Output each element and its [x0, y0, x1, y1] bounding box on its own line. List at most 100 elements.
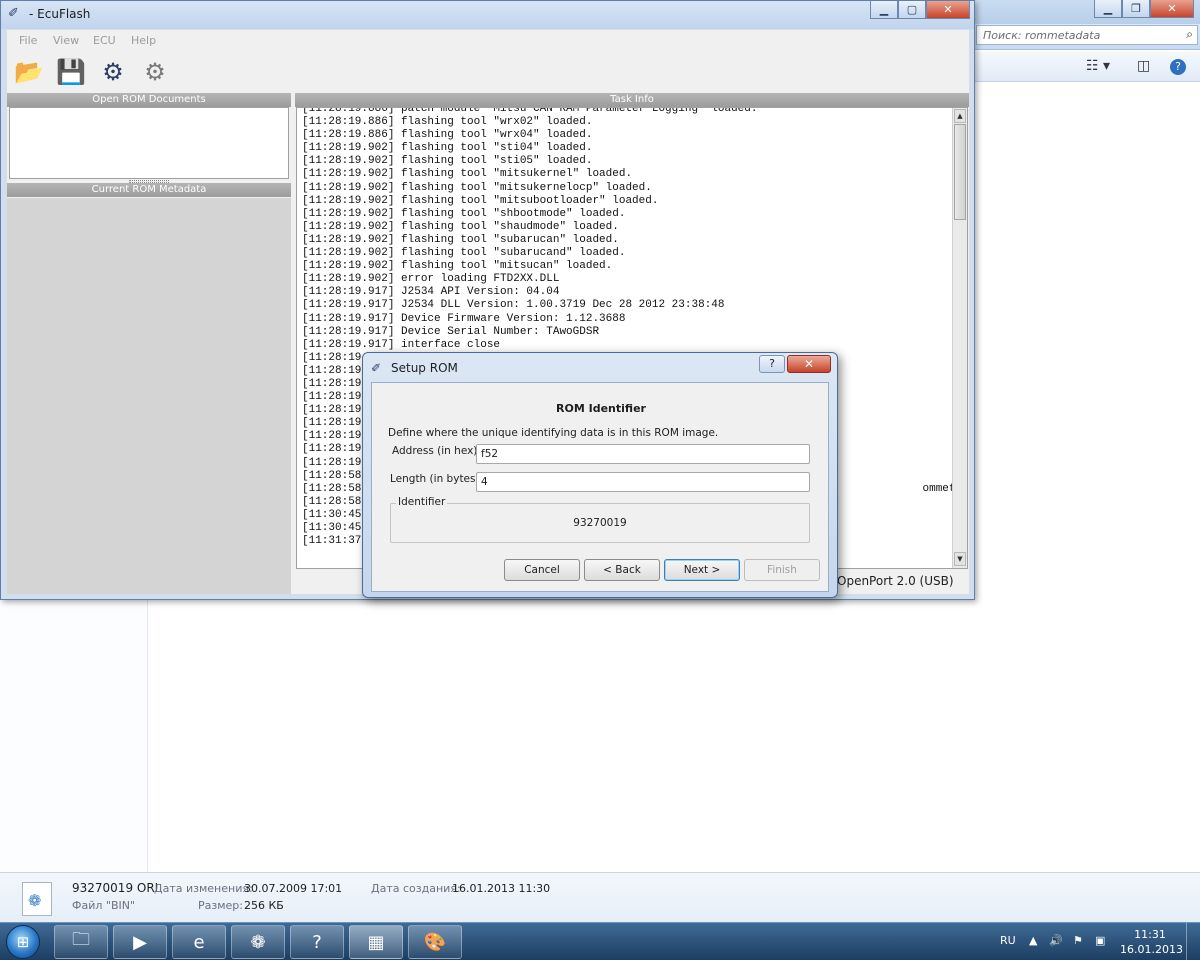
log-line: [11:28:19.902] flashing tool "mitsukerne… — [302, 168, 633, 181]
explorer-search-input[interactable]: Поиск: rommetadata ⌕ — [976, 25, 1198, 45]
back-button[interactable]: < Back — [584, 559, 660, 581]
identifier-value: 93270019 — [573, 517, 627, 529]
taskbar: ⊞ 🗀 ▶ e ❁ ? ▦ 🎨 RU ▲ 🔊 ⚑ ▣ 11:31 16.01.2… — [0, 922, 1200, 960]
details-created-label: Дата создания: — [371, 882, 461, 895]
dialog-heading: ROM Identifier — [556, 402, 646, 415]
address-label: Address (in hex): — [392, 445, 481, 457]
save-icon[interactable]: 💾 — [55, 56, 87, 88]
settings-gear-icon[interactable]: ⚙ — [139, 56, 171, 88]
details-created-value: 16.01.2013 11:30 — [452, 882, 551, 895]
details-modified-label: Дата изменения: — [154, 882, 253, 895]
menu-help[interactable]: Help — [131, 34, 156, 47]
window-title-text: EcuFlash — [37, 7, 91, 21]
minimize-icon[interactable]: ▁ — [870, 1, 898, 19]
show-desktop-button[interactable] — [1186, 923, 1200, 960]
clock-time: 11:31 — [1134, 928, 1166, 941]
paint-taskbar-icon[interactable]: 🎨 — [408, 925, 462, 959]
device-status: OpenPort 2.0 (USB) — [837, 574, 954, 588]
log-scrollbar[interactable]: ▲ ▼ — [952, 108, 967, 568]
next-button[interactable]: Next > — [664, 559, 740, 581]
bin-file-icon: ❁ — [22, 882, 52, 916]
log-line: [11:28:19.917] interface close — [302, 338, 501, 351]
log-line: [11:28:19.902] error loading FTD2XX.DLL — [302, 273, 560, 286]
log-line: [11:28:19.902] flashing tool "mitsukerne… — [302, 181, 652, 194]
length-input[interactable] — [476, 472, 810, 492]
ecuflash-app-icon: ✐ — [371, 361, 382, 375]
menu-view[interactable]: View — [53, 34, 79, 47]
scroll-up-icon[interactable]: ▲ — [954, 109, 966, 123]
ecuflash-taskbar-icon[interactable]: ▦ — [349, 925, 403, 959]
search-icon[interactable]: ⌕ — [1186, 27, 1193, 42]
explorer-caption-buttons: ▁ ❐ ✕ — [1094, 0, 1194, 18]
open-folder-icon[interactable]: 📂 — [13, 56, 45, 88]
action-center-icon[interactable]: ⚑ — [1073, 934, 1083, 947]
help-icon[interactable]: ? — [1170, 59, 1186, 75]
details-file-type: Файл "BIN" — [72, 899, 136, 912]
maximize-icon[interactable]: ❐ — [1122, 0, 1150, 18]
bubbles-app-taskbar-icon[interactable]: ❁ — [231, 925, 285, 959]
length-label: Length (in bytes): — [390, 473, 484, 485]
read-rom-chip-icon[interactable]: ⚙ — [97, 56, 129, 88]
maximize-icon[interactable]: ▢ — [898, 1, 926, 19]
media-player-taskbar-icon[interactable]: ▶ — [113, 925, 167, 959]
dialog-client-area: ROM Identifier Define where the unique i… — [371, 382, 829, 592]
current-rom-metadata-area — [7, 198, 291, 594]
close-icon[interactable]: ✕ — [1150, 0, 1194, 18]
details-modified-value: 30.07.2009 17:01 — [244, 882, 343, 895]
clock[interactable]: 11:31 16.01.2013 — [1120, 927, 1183, 957]
dialog-title: Setup ROM — [391, 361, 458, 375]
log-line: [11:28:19.886] flashing tool "wrx04" loa… — [302, 129, 593, 142]
view-options-icon[interactable]: ☷ ▾ — [1086, 58, 1110, 74]
log-line: [11:28:19.917] J2534 API Version: 04.04 — [302, 286, 560, 299]
explorer-taskbar-icon[interactable]: 🗀 — [54, 925, 108, 959]
log-line: [11:28:19.902] flashing tool "mitsucan" … — [302, 260, 613, 273]
log-line: [11:28:19.886] flashing tool "wrx02" loa… — [302, 116, 593, 129]
address-input[interactable] — [476, 444, 810, 464]
log-line: [11:28:19.902] flashing tool "sti04" loa… — [302, 142, 593, 155]
close-icon[interactable]: ✕ — [926, 1, 970, 19]
task-info-header: Task Info — [295, 93, 969, 107]
menu-ecu[interactable]: ECU — [93, 34, 116, 47]
ecuflash-caption-buttons: ▁ ▢ ✕ — [870, 1, 970, 19]
clock-date: 16.01.2013 — [1120, 943, 1183, 956]
cancel-button[interactable]: Cancel — [504, 559, 580, 581]
volume-icon[interactable]: 🔊 — [1049, 934, 1063, 947]
log-line: [11:28:19.917] Device Serial Number: TAw… — [302, 325, 600, 338]
minimize-icon[interactable]: ▁ — [1094, 0, 1122, 18]
identifier-group: Identifier 93270019 — [390, 496, 810, 543]
log-line: [11:28:19.917] J2534 DLL Version: 1.00.3… — [302, 299, 725, 312]
help-app-taskbar-icon[interactable]: ? — [290, 925, 344, 959]
log-line: [11:28:19.902] flashing tool "subarucan"… — [302, 233, 619, 246]
finish-button: Finish — [744, 559, 820, 581]
log-line: [11:28:19.886] patch module "Mitsu CAN R… — [302, 107, 758, 115]
window-title: - EcuFlash — [29, 7, 91, 21]
dialog-description: Define where the unique identifying data… — [388, 427, 719, 439]
log-line: [11:28:19.902] flashing tool "sti05" loa… — [302, 155, 593, 168]
ecuflash-app-icon: ✐ — [8, 6, 19, 21]
open-rom-documents-list[interactable] — [9, 107, 289, 179]
details-size-value: 256 КБ — [244, 899, 284, 912]
menu-file[interactable]: File — [19, 34, 37, 47]
dialog-close-icon[interactable]: ✕ — [787, 355, 831, 373]
start-button[interactable]: ⊞ — [6, 925, 40, 959]
scroll-down-icon[interactable]: ▼ — [954, 552, 966, 566]
dialog-help-button[interactable]: ? — [759, 355, 785, 373]
log-line: [11:28:19.902] flashing tool "mitsubootl… — [302, 194, 659, 207]
scroll-thumb[interactable] — [954, 124, 966, 220]
current-rom-metadata-header: Current ROM Metadata — [7, 183, 291, 197]
show-hidden-icons-icon[interactable]: ▲ — [1029, 934, 1037, 947]
open-rom-documents-header: Open ROM Documents — [7, 93, 291, 107]
log-line: [11:28:19.902] flashing tool "subarucand… — [302, 247, 626, 260]
log-line: [11:28:19.902] flashing tool "shaudmode"… — [302, 220, 619, 233]
details-size-label: Размер: — [198, 899, 243, 912]
menu-bar: File View ECU Help — [7, 30, 969, 52]
explorer-details-pane: ❁ 93270019 ORI Дата изменения: 30.07.200… — [0, 872, 1200, 922]
main-toolbar: 📂 💾 ⚙ ⚙ — [7, 52, 969, 92]
network-icon[interactable]: ▣ — [1095, 934, 1105, 947]
details-file-name: 93270019 ORI — [72, 881, 159, 895]
log-line: [11:28:19.917] Device Firmware Version: … — [302, 312, 626, 325]
ecuflash-titlebar: ✐ - EcuFlash ▁ ▢ ✕ — [1, 1, 974, 29]
language-indicator[interactable]: RU — [1000, 934, 1016, 947]
internet-explorer-taskbar-icon[interactable]: e — [172, 925, 226, 959]
preview-pane-icon[interactable]: ◫ — [1137, 58, 1150, 74]
